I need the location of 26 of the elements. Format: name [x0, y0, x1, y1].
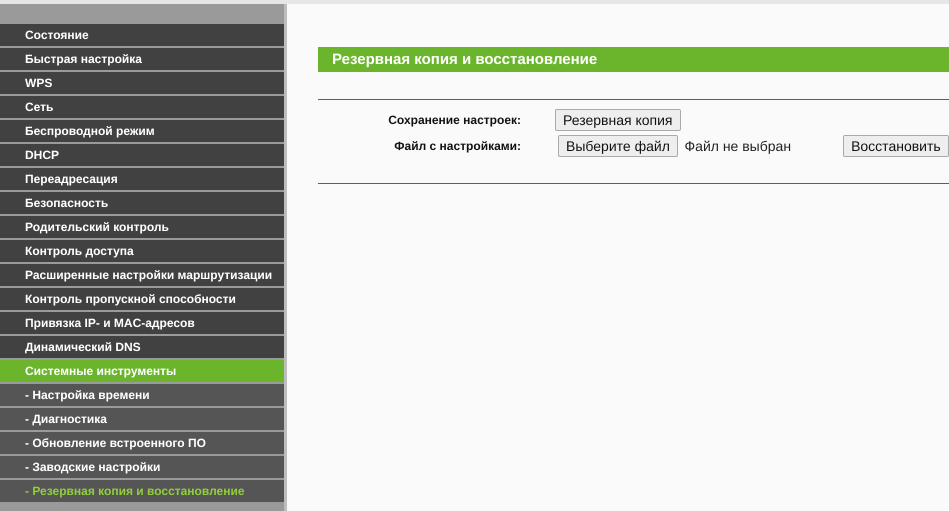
menu-item[interactable]: Состояние: [0, 24, 284, 46]
menu-item[interactable]: - Диагностика: [0, 408, 284, 430]
file-status: Файл не выбран: [684, 138, 792, 154]
section-title: Резервная копия и восстановление: [318, 47, 949, 72]
menu-item[interactable]: Расширенные настройки маршрутизации: [0, 264, 284, 286]
menu-item[interactable]: Родительский контроль: [0, 216, 284, 238]
menu-item[interactable]: - Настройка времени: [0, 384, 284, 406]
menu-item[interactable]: Переадресация: [0, 168, 284, 190]
field-label: Сохранение настроек:: [387, 113, 521, 127]
restore-button[interactable]: Восстановить: [843, 135, 949, 157]
menu-item[interactable]: Контроль доступа: [0, 240, 284, 262]
menu-item[interactable]: - Обновление встроенного ПО: [0, 432, 284, 454]
backup-button[interactable]: Резервная копия: [555, 109, 681, 131]
menu-item[interactable]: Быстрая настройка: [0, 48, 284, 70]
menu-item[interactable]: Сеть: [0, 96, 284, 118]
menu-item[interactable]: Динамический DNS: [0, 336, 284, 358]
menu-item[interactable]: Беспроводной режим: [0, 120, 284, 142]
menu-item[interactable]: Привязка IP- и MAC-адресов: [0, 312, 284, 334]
menu-item[interactable]: Контроль пропускной способности: [0, 288, 284, 310]
choose-file-button[interactable]: Выберите файл: [558, 135, 678, 157]
field-label: Файл с настройками:: [393, 139, 521, 153]
menu-item[interactable]: Безопасность: [0, 192, 284, 214]
menu-item[interactable]: - Резервная копия и восстановление: [0, 480, 284, 502]
menu-item[interactable]: - Заводские настройки: [0, 456, 284, 478]
menu-item[interactable]: DHCP: [0, 144, 284, 166]
menu-item[interactable]: WPS: [0, 72, 284, 94]
